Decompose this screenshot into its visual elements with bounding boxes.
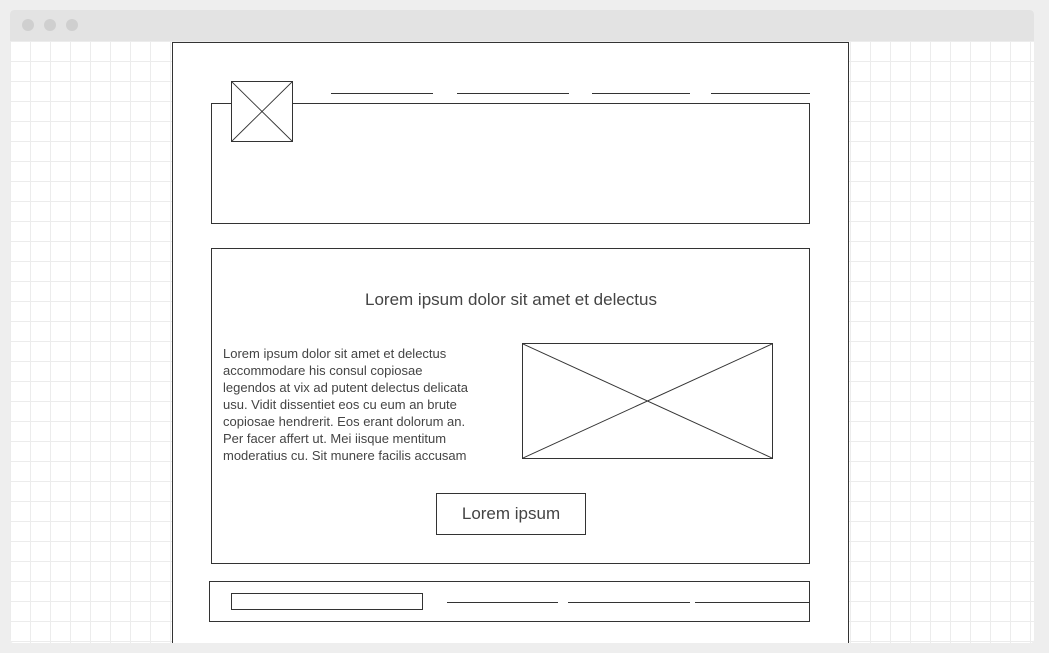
content-heading: Lorem ipsum dolor sit amet et delectus [365,290,657,309]
browser-window: Lorem ipsum dolor sit amet et delectus L… [10,10,1034,643]
footer-input-field[interactable] [231,593,423,610]
header-banner [211,103,810,224]
body-line: Lorem ipsum dolor sit amet et delectus [223,346,447,361]
body-line: Per facer affert ut. Mei iisque mentitum [223,431,447,446]
nav-link[interactable] [457,93,569,94]
footer-link[interactable] [568,602,690,603]
window-dot-icon[interactable] [44,19,56,31]
body-line: usu. Vidit dissentiet eos cu eum an brut… [223,397,457,412]
primary-action-button[interactable]: Lorem ipsum [436,493,586,535]
logo-cross [232,82,292,141]
window-titlebar [10,10,1034,41]
body-line: copiosae hendrerit. Eos erant dolorum an… [223,414,466,429]
grid-canvas: Lorem ipsum dolor sit amet et delectus L… [10,41,1034,643]
image-placeholder-icon[interactable] [231,81,293,142]
image-cross [523,344,772,458]
wireframe-page: Lorem ipsum dolor sit amet et delectus L… [172,42,849,643]
nav-link[interactable] [331,93,433,94]
body-line: legendos at vix ad putent delectus delic… [223,380,469,395]
nav-link[interactable] [711,93,810,94]
footer-link[interactable] [447,602,558,603]
body-line: moderatius cu. Sit munere facilis accusa… [223,448,467,463]
body-line: accommodare his consul copiosae [223,363,423,378]
window-dot-icon[interactable] [66,19,78,31]
footer-link[interactable] [695,602,810,603]
nav-link[interactable] [592,93,690,94]
image-placeholder-icon [522,343,773,459]
content-body-text: Lorem ipsum dolor sit amet et delectus a… [223,345,508,464]
window-dot-icon[interactable] [22,19,34,31]
